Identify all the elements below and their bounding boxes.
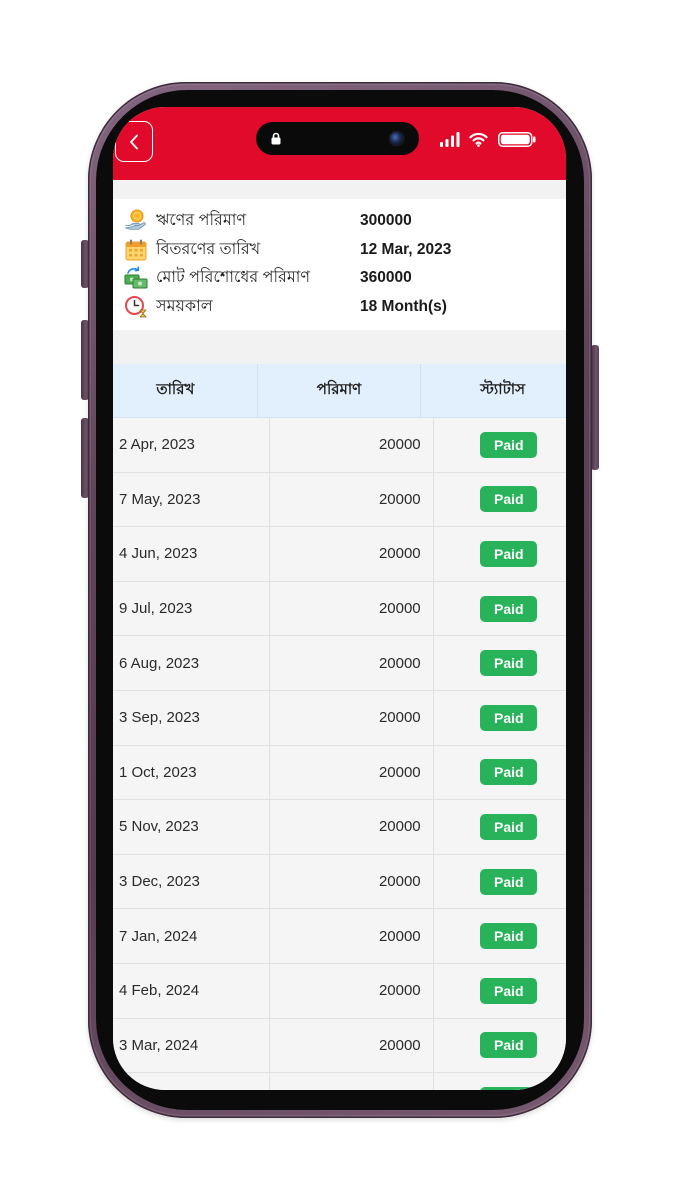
table-row: 4 Feb, 2024 20000 Paid — [113, 963, 566, 1019]
dynamic-island — [256, 122, 419, 155]
summary-label: মোট পরিশোধের পরিমাণ — [156, 269, 311, 286]
summary-row-total-repayment: মোট পরিশোধের পরিমাণ 360000 — [113, 264, 566, 293]
payment-date: 9 Jul, 2023 — [113, 581, 271, 636]
column-header-status: স্ট্যাটাস — [480, 381, 526, 398]
payment-status-cell: Paid — [434, 800, 566, 854]
app-header — [113, 107, 566, 180]
payment-date: 1 Oct, 2023 — [113, 745, 271, 800]
table-row: 4 Jun, 2023 20000 Paid — [113, 527, 566, 582]
payment-amount: 20000 — [270, 527, 434, 581]
table-row: 3 Dec, 2023 20000 Paid — [113, 854, 566, 910]
summary-row-loan-amount: ঋণের পরিমাণ 300000 — [113, 207, 566, 236]
calendar-icon — [125, 239, 147, 260]
payment-date: 3 Dec, 2023 — [113, 854, 271, 909]
payment-amount: 20000 — [270, 1018, 434, 1073]
payment-amount: 20000 — [270, 854, 434, 909]
payment-amount: 20000 — [270, 963, 434, 1018]
coin-hand-icon — [125, 209, 146, 230]
table-body: 2 Apr, 2023 20000 Paid 7 May, 2023 20000 Paid… — [113, 418, 566, 1090]
summary-label: বিতরণের তারিখ — [156, 240, 261, 258]
table-row: 3 Mar, 2024 20000 Paid — [113, 1018, 566, 1074]
payment-amount: 20000 — [270, 690, 434, 745]
status-badge: Paid — [480, 977, 538, 1004]
status-badge: Paid — [480, 431, 538, 458]
payment-status-cell: Paid — [434, 964, 566, 1018]
cellular-signal-icon — [440, 132, 460, 147]
payment-amount: 20000 — [270, 418, 434, 472]
payment-status-cell: Paid — [434, 582, 566, 636]
status-badge: Paid — [480, 1032, 538, 1059]
money-exchange-icon — [124, 266, 148, 289]
summary-value: 300000 — [360, 212, 412, 229]
table-row: 6 Aug, 2023 20000 Paid — [113, 636, 566, 691]
payment-amount: 20000 — [270, 800, 434, 854]
table-row-partial — [113, 1073, 566, 1090]
payment-amount: 20000 — [270, 745, 434, 800]
payment-date: 7 Jan, 2024 — [113, 909, 271, 963]
status-badge: Paid — [480, 540, 538, 567]
payment-status-cell: Paid — [434, 746, 566, 800]
battery-icon — [498, 132, 536, 147]
table-header: তারিখ পরিমাণ স্ট্যাটাস — [113, 364, 566, 418]
payment-status-cell: Paid — [434, 527, 566, 581]
summary-row-duration: সময়কাল 18 Month(s) — [113, 293, 566, 322]
payment-status-cell: Paid — [434, 473, 566, 527]
table-row: 7 Jan, 2024 20000 Paid — [113, 909, 566, 964]
summary-label: ঋণের পরিমাণ — [156, 212, 247, 229]
summary-row-disbursement-date: বিতরণের তারিখ 12 Mar, 2023 — [113, 236, 566, 265]
loan-summary-card: ঋণের পরিমাণ 300000 বিতরণের তারিখ 12 Mar,… — [113, 199, 566, 330]
power-button — [591, 345, 599, 470]
payment-amount: 20000 — [270, 472, 434, 527]
payment-status-cell: Paid — [434, 909, 566, 963]
table-row: 7 May, 2023 20000 Paid — [113, 472, 566, 528]
status-badge: Paid — [480, 759, 538, 786]
repayment-schedule-table: তারিখ পরিমাণ স্ট্যাটাস 2 Apr, 2023 20000 P… — [113, 364, 566, 1090]
column-header-date: তারিখ — [113, 364, 258, 417]
column-header-amount: পরিমাণ — [258, 364, 422, 417]
table-row: 3 Sep, 2023 20000 Paid — [113, 690, 566, 746]
wifi-icon — [469, 132, 488, 147]
summary-value: 18 Month(s) — [360, 297, 447, 315]
status-badge: Paid — [480, 704, 538, 731]
status-badge: Paid — [480, 923, 538, 950]
payment-date: 6 Aug, 2023 — [113, 636, 271, 690]
status-badge: Paid — [480, 486, 538, 513]
back-button[interactable] — [115, 121, 153, 162]
front-camera — [390, 132, 403, 145]
payment-amount: 20000 — [270, 909, 434, 963]
status-badge: Paid — [480, 595, 538, 622]
payment-status-cell: Paid — [434, 855, 566, 909]
payment-date: 3 Mar, 2024 — [113, 1018, 271, 1073]
summary-value: 12 Mar, 2023 — [360, 240, 452, 258]
payment-status-cell — [434, 1073, 566, 1090]
payment-date: 5 Nov, 2023 — [113, 800, 271, 854]
table-row: 9 Jul, 2023 20000 Paid — [113, 581, 566, 637]
payment-status-cell: Paid — [434, 636, 566, 690]
payment-date: 2 Apr, 2023 — [113, 418, 271, 472]
payment-amount: 20000 — [270, 581, 434, 636]
payment-date: 7 May, 2023 — [113, 472, 271, 527]
payment-date — [113, 1073, 271, 1090]
table-row: 1 Oct, 2023 20000 Paid — [113, 745, 566, 801]
payment-status-cell: Paid — [434, 1019, 566, 1073]
payment-date: 4 Jun, 2023 — [113, 527, 271, 581]
status-badge: Paid — [480, 650, 538, 677]
app-screen: ঋণের পরিমাণ 300000 বিতরণের তারিখ 12 Mar,… — [113, 107, 566, 1090]
lock-icon — [271, 132, 281, 145]
chevron-left-icon — [130, 134, 138, 149]
summary-label: সময়কাল — [156, 297, 213, 315]
status-badge: Paid — [480, 813, 538, 840]
payment-status-cell: Paid — [434, 691, 566, 745]
summary-value: 360000 — [360, 269, 412, 286]
status-badge — [480, 1087, 538, 1090]
table-row: 2 Apr, 2023 20000 Paid — [113, 418, 566, 473]
payment-amount: 20000 — [270, 636, 434, 690]
payment-date: 4 Feb, 2024 — [113, 963, 271, 1018]
table-row: 5 Nov, 2023 20000 Paid — [113, 800, 566, 855]
payment-amount — [270, 1073, 434, 1090]
payment-status-cell: Paid — [434, 418, 566, 472]
status-badge: Paid — [480, 868, 538, 895]
clock-icon — [125, 295, 147, 317]
payment-date: 3 Sep, 2023 — [113, 690, 271, 745]
